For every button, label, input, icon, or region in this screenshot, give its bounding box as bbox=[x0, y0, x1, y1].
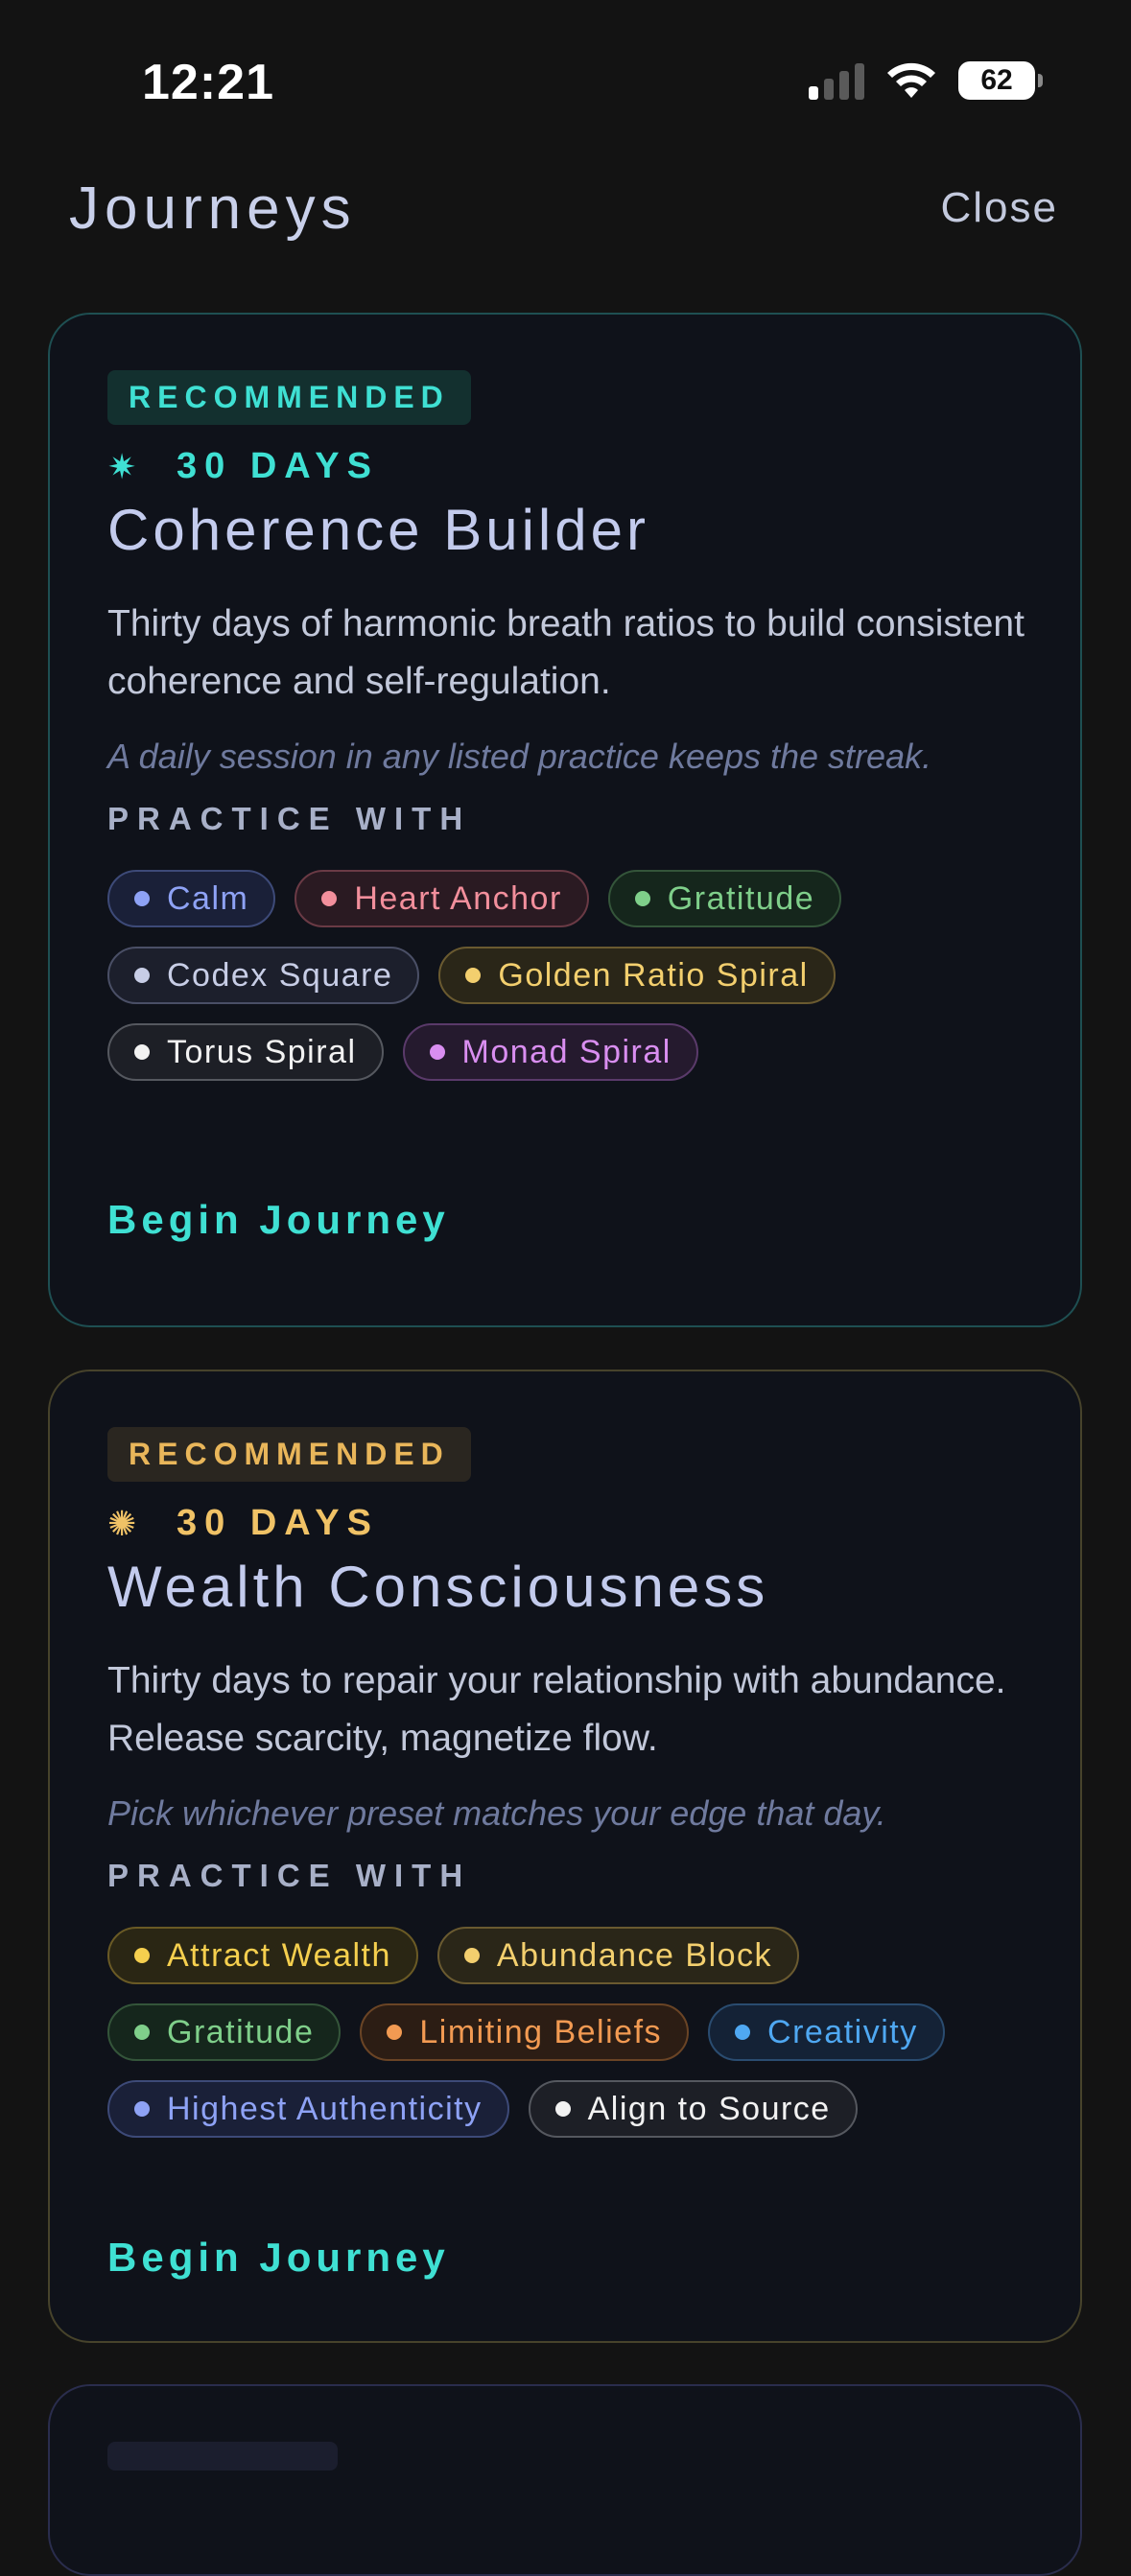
duration-label: 30 DAYS bbox=[177, 446, 379, 486]
sparkle-icon: ✷ bbox=[107, 446, 137, 486]
begin-journey-button[interactable]: Begin Journey bbox=[107, 1197, 450, 1243]
dot-icon bbox=[735, 2025, 751, 2040]
battery-icon: 62 bbox=[958, 61, 1043, 100]
practice-chip-label: Highest Authenticity bbox=[167, 2090, 483, 2127]
practice-chip-label: Golden Ratio Spiral bbox=[498, 956, 809, 994]
practice-chip-label: Torus Spiral bbox=[167, 1033, 357, 1070]
dot-icon bbox=[134, 1044, 150, 1060]
practice-chip[interactable]: Golden Ratio Spiral bbox=[438, 947, 836, 1004]
journey-note: A daily session in any listed practice k… bbox=[107, 737, 932, 776]
journey-title: Wealth Consciousness bbox=[107, 1555, 769, 1619]
practice-chip[interactable]: Gratitude bbox=[607, 870, 842, 927]
dot-icon bbox=[634, 891, 650, 906]
dot-icon bbox=[463, 1948, 480, 1963]
status-time: 12:21 bbox=[142, 55, 274, 110]
practice-chip-label: Limiting Beliefs bbox=[419, 2013, 663, 2050]
dot-icon bbox=[134, 891, 150, 906]
practice-chip-label: Heart Anchor bbox=[354, 879, 562, 917]
sun-icon: ✺ bbox=[107, 1503, 137, 1543]
header: Journeys Close bbox=[0, 163, 1131, 259]
journey-description: Thirty days of harmonic breath ratios to… bbox=[107, 603, 1025, 702]
journey-card-partial[interactable] bbox=[48, 2384, 1082, 2576]
close-button[interactable]: Close bbox=[941, 184, 1059, 232]
begin-journey-button[interactable]: Begin Journey bbox=[107, 2235, 450, 2281]
practice-chip-label: Gratitude bbox=[167, 2013, 315, 2050]
wifi-icon bbox=[887, 62, 935, 98]
practice-chip[interactable]: Torus Spiral bbox=[107, 1023, 384, 1081]
practice-with-label: PRACTICE WITH bbox=[107, 1858, 472, 1893]
practice-chip[interactable]: Gratitude bbox=[107, 2003, 342, 2061]
practice-chip[interactable]: Highest Authenticity bbox=[107, 2080, 509, 2138]
journey-description: Thirty days to repair your relationship … bbox=[107, 1660, 1006, 1759]
practice-chip[interactable]: Monad Spiral bbox=[402, 1023, 698, 1081]
journey-card-wealth-consciousness: RECOMMENDED ✺ 30 DAYS Wealth Consciousne… bbox=[48, 1370, 1082, 2343]
duration-row: ✷ 30 DAYS bbox=[107, 446, 1023, 487]
practice-chip[interactable]: Heart Anchor bbox=[295, 870, 589, 927]
badge-placeholder bbox=[107, 2442, 338, 2471]
status-icons: 62 bbox=[809, 61, 1043, 100]
practice-chip-label: Calm bbox=[167, 879, 249, 917]
practice-chip-label: Attract Wealth bbox=[167, 1936, 391, 1974]
dot-icon bbox=[134, 2101, 150, 2117]
dot-icon bbox=[134, 968, 150, 983]
practice-chip[interactable]: Attract Wealth bbox=[107, 1927, 418, 1984]
dot-icon bbox=[134, 1948, 150, 1963]
dot-icon bbox=[554, 2101, 571, 2117]
dot-icon bbox=[465, 968, 482, 983]
practice-chip-label: Creativity bbox=[767, 2013, 918, 2050]
journey-note: Pick whichever preset matches your edge … bbox=[107, 1793, 886, 1833]
practice-chip-label: Monad Spiral bbox=[461, 1033, 672, 1070]
dot-icon bbox=[134, 2025, 150, 2040]
practice-chip-label: Align to Source bbox=[587, 2090, 831, 2127]
practice-chip[interactable]: Limiting Beliefs bbox=[360, 2003, 690, 2061]
practice-chip-label: Abundance Block bbox=[496, 1936, 773, 1974]
duration-row: ✺ 30 DAYS bbox=[107, 1503, 1023, 1544]
practice-chip[interactable]: Codex Square bbox=[107, 947, 420, 1004]
practice-chip[interactable]: Abundance Block bbox=[436, 1927, 800, 1984]
practice-chips: Calm Heart Anchor Gratitude Codex Square Gol… bbox=[107, 870, 1048, 1081]
journey-title: Coherence Builder bbox=[107, 498, 649, 562]
journey-card-coherence-builder: RECOMMENDED ✷ 30 DAYS Coherence Builder … bbox=[48, 313, 1082, 1327]
recommended-badge: RECOMMENDED bbox=[107, 370, 471, 425]
dot-icon bbox=[387, 2025, 403, 2040]
practice-chips: Attract Wealth Abundance Block Gratitude Li… bbox=[107, 1927, 1048, 2138]
practice-chip[interactable]: Creativity bbox=[708, 2003, 945, 2061]
battery-level: 62 bbox=[980, 64, 1013, 96]
signal-icon bbox=[809, 61, 864, 100]
page-title: Journeys bbox=[69, 176, 357, 242]
dot-icon bbox=[429, 1044, 445, 1060]
practice-with-label: PRACTICE WITH bbox=[107, 801, 472, 836]
recommended-badge: RECOMMENDED bbox=[107, 1427, 471, 1482]
status-bar: 12:21 62 bbox=[0, 0, 1131, 144]
practice-chip[interactable]: Align to Source bbox=[528, 2080, 858, 2138]
dot-icon bbox=[321, 891, 338, 906]
practice-chip[interactable]: Calm bbox=[107, 870, 276, 927]
practice-chip-label: Gratitude bbox=[667, 879, 815, 917]
practice-chip-label: Codex Square bbox=[167, 956, 393, 994]
duration-label: 30 DAYS bbox=[177, 1503, 379, 1543]
